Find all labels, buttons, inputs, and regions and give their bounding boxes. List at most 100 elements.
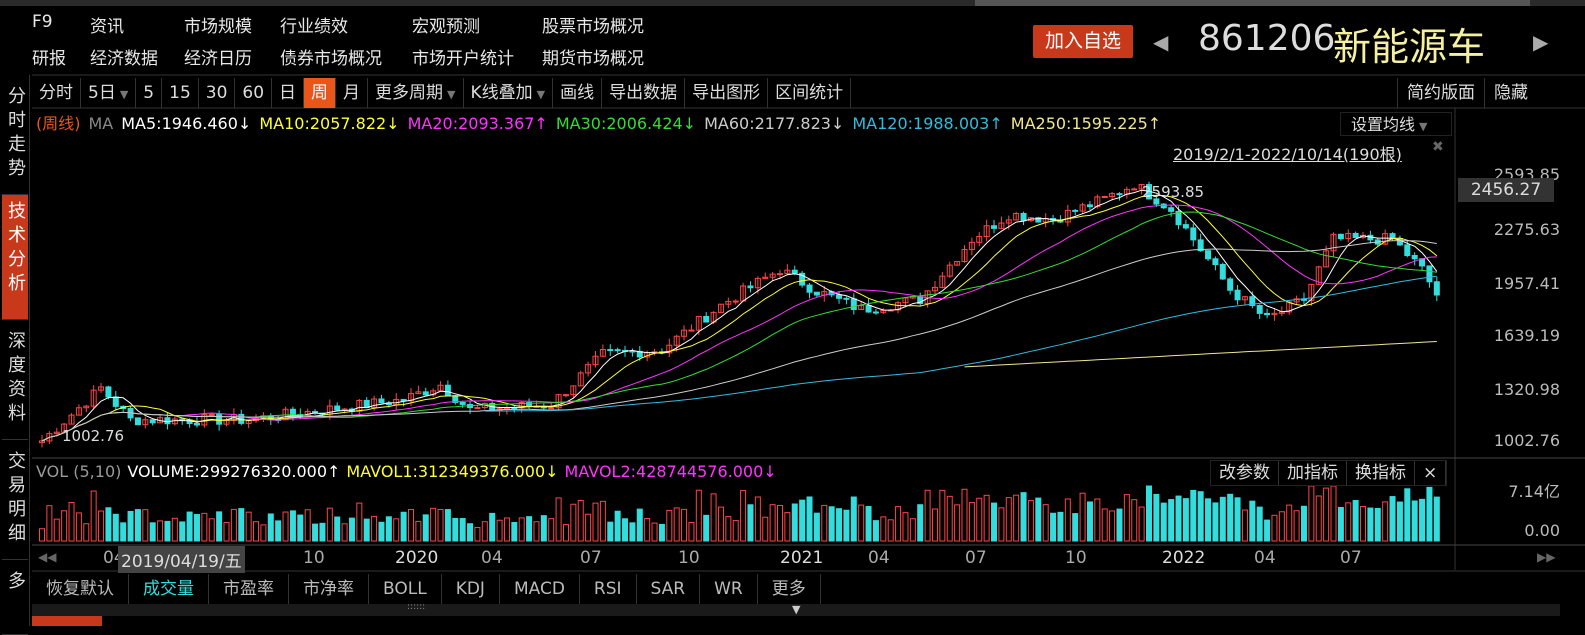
toolbar-5[interactable]: 60: [235, 78, 273, 108]
indicator-tab-8[interactable]: SAR: [637, 574, 701, 604]
sidebar-tab-0[interactable]: 分时走势: [2, 80, 28, 195]
candle-body: [1072, 209, 1079, 212]
volume-bar: [1138, 506, 1145, 542]
candle-body: [267, 415, 274, 420]
vol-tool-3[interactable]: ×: [1415, 461, 1447, 485]
volume-bar: [754, 496, 761, 542]
volume-bar: [437, 509, 444, 542]
menu-item-row2-2[interactable]: 经济日历: [184, 44, 252, 69]
indicator-tab-6[interactable]: MACD: [500, 574, 580, 604]
candle-body: [1241, 296, 1248, 301]
volume-bar: [363, 518, 370, 542]
candle-body: [1205, 250, 1212, 260]
indicator-tab-1[interactable]: 成交量: [129, 574, 209, 604]
vol-tool-2[interactable]: 换指标: [1347, 461, 1415, 485]
toolbar-1[interactable]: 5日 ▼: [81, 78, 137, 108]
volume-bar: [887, 519, 894, 542]
toolbar-4[interactable]: 30: [199, 78, 236, 108]
candle-body: [511, 406, 518, 409]
toolbar-6[interactable]: 日: [272, 78, 305, 108]
ma-legend-item: MA5:1946.460↓: [121, 114, 252, 133]
volume-bar: [828, 506, 835, 542]
toolbar-0[interactable]: 分时: [32, 78, 81, 108]
menu-item-row2-3[interactable]: 债券市场概况: [280, 44, 382, 69]
crosshair-date: 2019/04/19/五: [118, 546, 245, 573]
toolbar-3[interactable]: 15: [162, 78, 199, 108]
price-axis-label: 1002.76: [1493, 431, 1560, 450]
bottom-tab[interactable]: [32, 616, 102, 626]
volume-bar: [467, 523, 474, 542]
toolbar-2[interactable]: 5: [136, 78, 163, 108]
candle-body: [872, 311, 879, 314]
candle-body: [592, 355, 599, 366]
candle-body: [725, 300, 732, 305]
toolbar-11[interactable]: 画线: [553, 78, 603, 108]
toolbar-13[interactable]: 导出图形: [685, 78, 769, 108]
sidebar-tab-2[interactable]: 深度资料: [2, 325, 28, 440]
scroll-right-icon[interactable]: ▶▶: [1537, 550, 1555, 564]
candle-body: [142, 419, 149, 426]
volume-bar: [799, 499, 806, 542]
indicator-tab-9[interactable]: WR: [700, 574, 758, 604]
menu-item-row2-1[interactable]: 经济数据: [90, 44, 158, 69]
volume-bar: [1227, 493, 1234, 542]
volume-bar: [319, 522, 326, 542]
menu-item-row1-4[interactable]: 宏观预测: [412, 12, 480, 37]
low-label: 1002.76: [62, 427, 125, 445]
add-to-watchlist-button[interactable]: 加入自选: [1033, 25, 1133, 58]
candle-body: [791, 269, 798, 274]
top-scrollbar[interactable]: [0, 0, 1585, 6]
candle-body: [1175, 210, 1182, 226]
ma20-line: [41, 204, 1437, 442]
volume-bar: [1345, 502, 1352, 542]
menu-item-row1-3[interactable]: 行业绩效: [280, 12, 348, 37]
time-axis-label: 10: [678, 548, 700, 568]
sidebar-tab-4[interactable]: 多: [2, 565, 28, 635]
menu-item-row2-0[interactable]: 研报: [32, 44, 66, 69]
set-ma-label: 设置均线: [1351, 115, 1416, 134]
indicator-tab-3[interactable]: 市净率: [289, 574, 369, 604]
horizontal-scrollbar[interactable]: :::::: ▼: [32, 602, 1560, 616]
menu-item-row2-5[interactable]: 期货市场概况: [542, 44, 644, 69]
toolbar-12[interactable]: 导出数据: [602, 78, 686, 108]
toolbar-8[interactable]: 月: [336, 78, 369, 108]
volume-bar: [865, 506, 872, 542]
candle-body: [348, 408, 355, 412]
toolbar-7[interactable]: 周: [304, 78, 337, 108]
toolbar-9[interactable]: 更多周期 ▼: [368, 78, 464, 108]
indicator-tab-10[interactable]: 更多: [758, 574, 821, 604]
candle-body: [253, 417, 260, 422]
vol-tool-0[interactable]: 改参数: [1211, 461, 1279, 485]
set-ma-dropdown[interactable]: 设置均线 ▼: [1340, 112, 1452, 136]
toolbar-14[interactable]: 区间统计: [768, 78, 852, 108]
indicator-tab-7[interactable]: RSI: [580, 574, 637, 604]
volume-legend: VOL (5,10) VOLUME:299276320.000↑ MAVOL1:31…: [36, 462, 783, 481]
toolbar-10[interactable]: K线叠加 ▼: [464, 78, 554, 108]
menu-item-row2-4[interactable]: 市场开户统计: [412, 44, 514, 69]
date-range[interactable]: 2019/2/1-2022/10/14(190根): [1173, 141, 1402, 165]
indicator-tab-2[interactable]: 市盈率: [209, 574, 289, 604]
scroll-left-icon[interactable]: ◀◀: [38, 550, 56, 564]
sidebar-tab-3[interactable]: 交易明细: [2, 445, 28, 560]
prev-stock-icon[interactable]: ◀: [1153, 30, 1168, 54]
pin-icon[interactable]: ✖: [1432, 139, 1444, 155]
menu-item-row1-5[interactable]: 股票市场概况: [542, 12, 644, 37]
right-tool-1[interactable]: 隐藏: [1484, 78, 1537, 108]
menu-item-row1-1[interactable]: 资讯: [90, 12, 124, 37]
sidebar-tab-1[interactable]: 技术分析: [2, 195, 28, 320]
menu-item-row1-2[interactable]: 市场规模: [184, 12, 252, 37]
candle-body: [1426, 265, 1433, 283]
volume-bar: [983, 494, 990, 542]
indicator-tab-5[interactable]: KDJ: [442, 574, 500, 604]
vol-tool-1[interactable]: 加指标: [1279, 461, 1347, 485]
volume-bar: [326, 507, 333, 542]
f9-menu: F9 资讯 市场规模 行业绩效 宏观预测 股票市场概况研报 经济数据 经济日历 债券市场概况 市场…: [32, 12, 732, 72]
next-stock-icon[interactable]: ▶: [1533, 30, 1548, 54]
ma120-line: [484, 275, 1437, 412]
indicator-tab-0[interactable]: 恢复默认: [32, 574, 129, 604]
menu-item-row1-0[interactable]: F9: [32, 12, 53, 32]
volume-bar: [245, 511, 252, 542]
indicator-tab-4[interactable]: BOLL: [369, 574, 442, 604]
right-tool-0[interactable]: 简约版面: [1397, 78, 1484, 108]
volume-bar: [422, 514, 429, 542]
